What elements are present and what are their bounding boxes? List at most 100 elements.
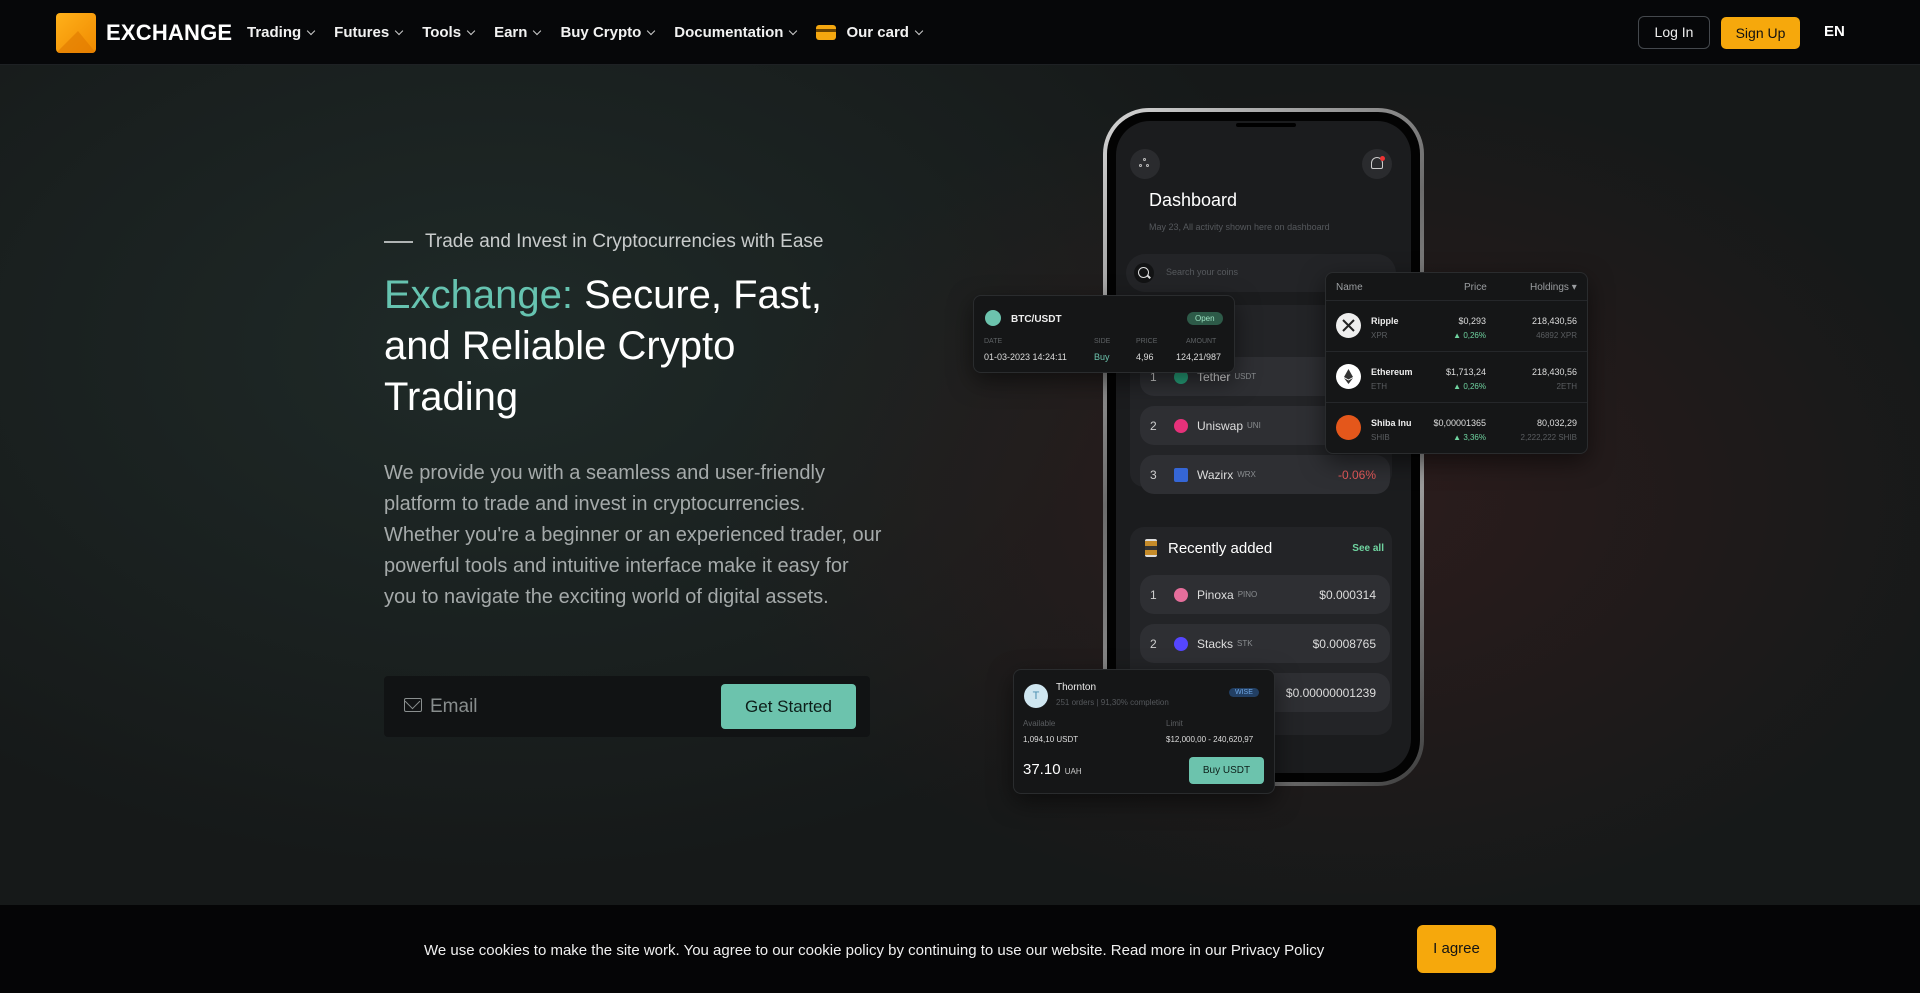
trader-badge: WISE — [1229, 688, 1259, 697]
column-label: PRICE — [1136, 338, 1158, 345]
menu-label: Our card — [846, 24, 909, 41]
wazirx-icon — [1174, 467, 1188, 482]
coin-price: $0,293 — [1458, 316, 1486, 326]
available-label: Available — [1023, 719, 1056, 728]
buy-usdt-button[interactable]: Buy USDT — [1189, 757, 1264, 784]
tagline-text: Trade and Invest in Cryptocurrencies wit… — [425, 231, 824, 252]
chevron-down-icon — [394, 26, 404, 35]
bell-icon[interactable] — [1362, 149, 1392, 179]
coin-ticker: XPR — [1371, 331, 1388, 340]
tagline-divider — [384, 241, 413, 243]
trading-pair: BTC/USDT — [1011, 314, 1062, 325]
list-item[interactable]: 3 Wazirx WRX -0.06% — [1140, 455, 1390, 494]
logo[interactable]: EXCHANGE — [56, 13, 232, 53]
holding-amount: 218,430,56 — [1531, 316, 1577, 326]
signup-button[interactable]: Sign Up — [1721, 17, 1800, 49]
table-row[interactable]: Shiba Inu SHIB $0,00001365 ▲ 3,36% 80,03… — [1326, 402, 1587, 453]
hourglass-icon — [1144, 539, 1158, 557]
column-header: Price — [1464, 282, 1487, 293]
coin-name: Wazirx — [1197, 467, 1234, 482]
order-side: Buy — [1094, 352, 1110, 362]
hero-description: We provide you with a seamless and user-… — [384, 462, 882, 608]
trader-name: Thornton — [1056, 682, 1097, 693]
limit-label: Limit — [1166, 719, 1183, 728]
coin-name: Uniswap — [1197, 418, 1244, 433]
agree-button[interactable]: I agree — [1417, 925, 1496, 973]
search-placeholder: Search your coins — [1166, 267, 1239, 277]
coin-price: $1,713,24 — [1445, 367, 1486, 377]
price-currency: UAH — [1064, 767, 1082, 776]
coin-name: Stacks — [1197, 636, 1234, 651]
coin-ticker: PINO — [1237, 590, 1258, 599]
menu-tools[interactable]: Tools — [422, 24, 476, 41]
coin-ticker: ETH — [1371, 382, 1387, 391]
menu-documentation[interactable]: Documentation — [674, 24, 798, 41]
order-card: BTC/USDT Open DATE SIDE PRICE AMOUNT 01-… — [973, 295, 1235, 373]
menu-trading[interactable]: Trading — [247, 24, 316, 41]
rank: 2 — [1150, 636, 1157, 651]
cookie-banner: We use cookies to make the site work. Yo… — [0, 905, 1920, 993]
ripple-icon — [1336, 313, 1361, 338]
language-selector[interactable]: EN — [1824, 23, 1845, 40]
login-button[interactable]: Log In — [1638, 16, 1710, 49]
coin-change: ▲ 3,36% — [1453, 433, 1486, 442]
rank: 1 — [1150, 587, 1157, 602]
coin-name: Pinoxa — [1197, 587, 1234, 602]
menu-earn[interactable]: Earn — [494, 24, 542, 41]
change-value: 0,26% — [1463, 382, 1486, 391]
email-input[interactable] — [430, 692, 700, 722]
menu-our-card[interactable]: Our card — [816, 24, 924, 41]
list-item[interactable]: 2 Stacks STK $0.0008765 — [1140, 624, 1390, 663]
dashboard-subtitle: May 23, All activity shown here on dashb… — [1149, 222, 1330, 232]
chevron-down-icon — [466, 26, 476, 35]
coin-ticker: UNI — [1247, 421, 1261, 430]
trader-stats: 251 orders | 91,30% completion — [1056, 698, 1169, 707]
dashboard-title: Dashboard — [1149, 190, 1238, 210]
coin-change: ▲ 0,26% — [1453, 382, 1486, 391]
table-row[interactable]: Ethereum ETH $1,713,24 ▲ 0,26% 218,430,5… — [1326, 351, 1587, 402]
shiba-inu-icon — [1336, 415, 1361, 440]
chevron-down-icon — [647, 26, 656, 35]
hero-tagline: Trade and Invest in Cryptocurrencies wit… — [384, 231, 823, 253]
coin-price: $0.0008765 — [1312, 636, 1376, 651]
rank: 3 — [1150, 467, 1157, 482]
coin-change: -0.06% — [1337, 467, 1376, 482]
hero-title: Exchange: Secure, Fast, and Reliable Cry… — [384, 270, 854, 423]
email-signup-form: Get Started — [384, 676, 870, 737]
order-amount: 124,21/987 — [1176, 352, 1222, 362]
coin-price: $0.00000001239 — [1285, 685, 1376, 700]
holding-amount: 218,430,56 — [1531, 367, 1577, 377]
logo-icon — [56, 13, 96, 53]
menu-label: Earn — [494, 24, 528, 41]
rank: 2 — [1150, 418, 1157, 433]
coin-name: Ripple — [1371, 316, 1399, 326]
menu-label: Futures — [334, 24, 390, 41]
coin-change: ▲ 0,26% — [1453, 331, 1486, 340]
hero-title-accent: Exchange: — [384, 273, 574, 317]
cookie-text: We use cookies to make the site work. Yo… — [424, 942, 1325, 959]
menu-dots-icon[interactable] — [1130, 149, 1160, 179]
change-value: 3,36% — [1463, 433, 1486, 442]
stacks-icon — [1174, 636, 1188, 651]
search-icon — [1134, 263, 1154, 283]
chevron-down-icon — [914, 26, 924, 35]
coin-price: $0.000314 — [1319, 587, 1376, 602]
menu-label: Tools — [422, 24, 462, 41]
chevron-down-icon — [789, 26, 798, 35]
coin-ticker: WRX — [1237, 470, 1256, 479]
menu-buy-crypto[interactable]: Buy Crypto — [560, 24, 656, 41]
holdings-sort[interactable]: Holdings ▾ — [1530, 282, 1577, 293]
menu-label: Documentation — [674, 24, 784, 41]
table-row[interactable]: Ripple XPR $0,293 ▲ 0,26% 218,430,56 468… — [1326, 300, 1587, 351]
uniswap-icon — [1174, 418, 1188, 433]
coin-name: Ethereum — [1371, 367, 1413, 377]
order-date: 01-03-2023 14:24:11 — [984, 352, 1067, 362]
ethereum-icon — [1336, 364, 1361, 389]
list-item[interactable]: 1 Pinoxa PINO $0.000314 — [1140, 575, 1390, 614]
see-all-link[interactable]: See all — [1352, 543, 1384, 554]
available-value: 1,094,10 USDT — [1023, 735, 1079, 744]
get-started-button[interactable]: Get Started — [721, 684, 856, 729]
recent-header: Recently added See all — [1140, 539, 1384, 557]
pinoxa-icon — [1174, 587, 1188, 602]
menu-futures[interactable]: Futures — [334, 24, 404, 41]
